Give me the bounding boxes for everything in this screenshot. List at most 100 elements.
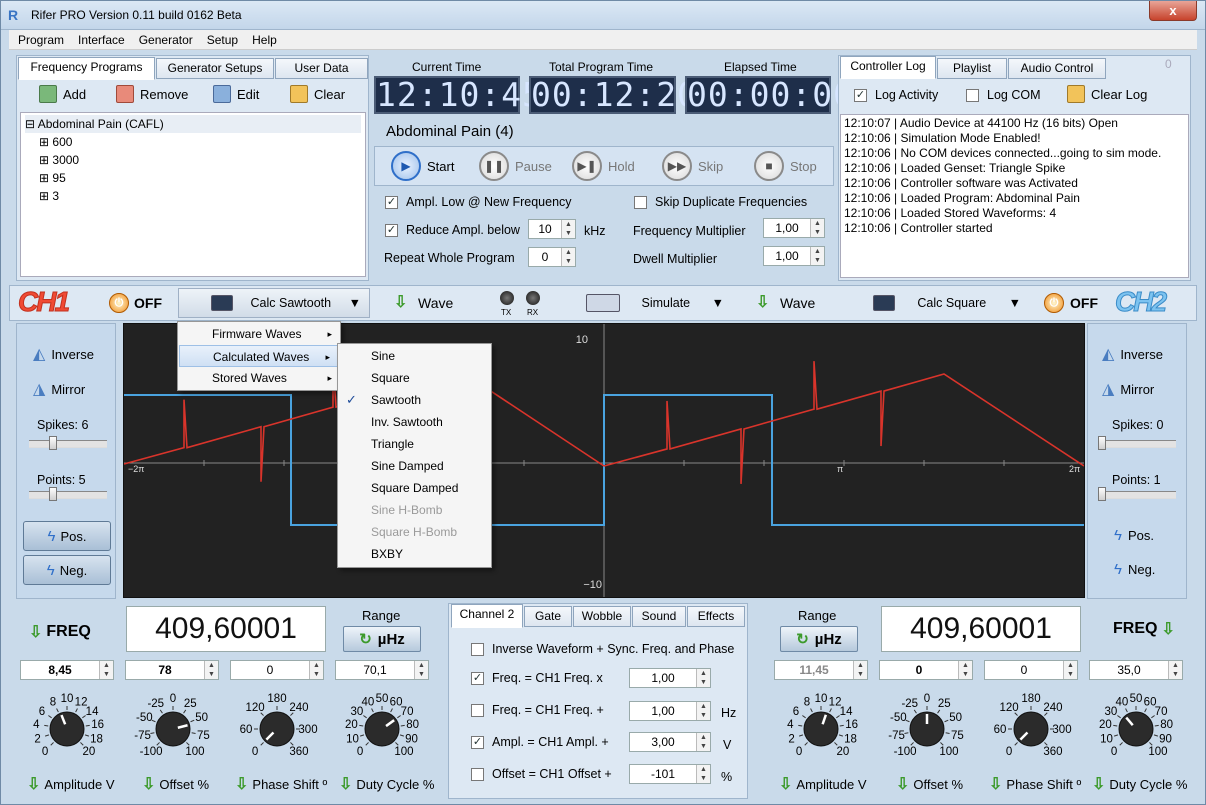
freq-multiplier-spinner[interactable]: 1,00 ▲ ▼ <box>763 218 825 238</box>
ch2-duty-spinner[interactable]: 35,0 ▲ ▼ <box>1089 660 1183 680</box>
inverse-sync-checkbox[interactable]: Inverse Waveform + Sync. Freq. and Phase <box>471 642 734 656</box>
spinner-arrows-icon[interactable]: ▲ ▼ <box>561 220 575 238</box>
tab-user-data[interactable]: User Data <box>275 58 368 79</box>
freq-plus-spinner[interactable]: 1,00 ▲ ▼ <box>629 701 711 721</box>
repeat-spinner[interactable]: 0 ▲ ▼ <box>528 247 576 267</box>
slider-thumb[interactable] <box>49 487 58 501</box>
ch2-neg-button[interactable]: ϟ Neg. <box>1114 561 1155 578</box>
submenu-item[interactable]: Triangle <box>338 433 491 455</box>
tab-playlist[interactable]: Playlist <box>937 58 1007 79</box>
offset-plus-spinner[interactable]: -101 ▲ ▼ <box>629 764 711 784</box>
stop-button[interactable]: ■ Stop <box>754 151 817 181</box>
spinner-arrows-icon[interactable]: ▲ ▼ <box>1063 661 1077 679</box>
ch2-pos-button[interactable]: ϟ Pos. <box>1114 527 1154 544</box>
knob-body[interactable] <box>803 711 839 747</box>
ch1-power-icon[interactable]: ⏻ <box>109 293 129 313</box>
spinner-arrows-icon[interactable]: ▲ ▼ <box>414 661 428 679</box>
close-window-button[interactable]: x <box>1149 1 1197 21</box>
spinner-arrows-icon[interactable]: ▲ ▼ <box>99 661 113 679</box>
submenu-item[interactable]: Sine Damped <box>338 455 491 477</box>
ch1-pos-button[interactable]: ϟ Pos. <box>23 521 111 551</box>
rotary-knob[interactable]: -100 -75 -50 -25 0 25 50 75 100 <box>119 685 227 767</box>
menu-item-stored-waves[interactable]: Stored Waves ▸ <box>178 367 340 389</box>
dwell-multiplier-spinner[interactable]: 1,00 ▲ ▼ <box>763 246 825 266</box>
menu-program[interactable]: Program <box>9 30 69 47</box>
ampl-plus-spinner[interactable]: 3,00 ▲ ▼ <box>629 732 711 752</box>
log-com-checkbox[interactable]: Log COM <box>966 88 1041 102</box>
submenu-item[interactable]: Sine <box>338 345 491 367</box>
spinner-arrows-icon[interactable]: ▲ ▼ <box>853 661 867 679</box>
edit-button[interactable]: Edit <box>213 85 259 103</box>
skip-button[interactable]: ▶▶ Skip <box>662 151 723 181</box>
ch2-amplitude-spinner[interactable]: 11,45 ▲ ▼ <box>774 660 868 680</box>
ch1-wave-select[interactable]: Calc Sawtooth ▼ <box>178 288 370 318</box>
tab-gate[interactable]: Gate <box>524 606 572 627</box>
start-button[interactable]: ▶ Start <box>391 151 454 181</box>
knob-body[interactable] <box>155 711 191 747</box>
ch2-power-icon[interactable]: ⏻ <box>1044 293 1064 313</box>
ch1-offset-spinner[interactable]: 78 ▲ ▼ <box>125 660 219 680</box>
tab-effects[interactable]: Effects <box>687 606 745 627</box>
submenu-item[interactable]: ✓ Sawtooth <box>338 389 491 411</box>
freq-plus-checkbox[interactable]: Freq. = CH1 Freq. + <box>471 703 604 717</box>
hold-button[interactable]: ▶❚ Hold <box>572 151 635 181</box>
slider-thumb[interactable] <box>1098 436 1106 450</box>
knob-body[interactable] <box>1013 711 1049 747</box>
tab-sound[interactable]: Sound <box>632 606 686 627</box>
rotary-knob[interactable]: 02468 10 1214161820 <box>13 685 121 767</box>
ch1-spikes-slider[interactable] <box>29 436 107 450</box>
tab-wobble[interactable]: Wobble <box>573 606 631 627</box>
tree-root[interactable]: ⊟ Abdominal Pain (CAFL) <box>25 115 361 133</box>
ch1-freq-display[interactable]: 409,60001 <box>126 606 326 652</box>
spinner-arrows-icon[interactable]: ▲ ▼ <box>696 669 710 687</box>
tab-generator-setups[interactable]: Generator Setups <box>156 58 274 79</box>
ampl-plus-checkbox[interactable]: ✓ Ampl. = CH1 Ampl. + <box>471 735 609 749</box>
rotary-knob[interactable]: 0 60 120180240 300 360 <box>977 685 1085 767</box>
ch2-inverse-button[interactable]: ◭ Inverse <box>1102 344 1163 364</box>
knob-body[interactable] <box>1118 711 1154 747</box>
rotary-knob[interactable]: 010203040 50 60708090100 <box>328 685 436 767</box>
mode-select[interactable]: Simulate ▼ <box>582 288 732 318</box>
offset-plus-checkbox[interactable]: Offset = CH1 Offset + <box>471 767 612 781</box>
ch2-range-button[interactable]: ↻ µHz <box>780 626 858 652</box>
menu-item-firmware-waves[interactable]: Firmware Waves ▸ <box>178 323 340 345</box>
rotary-knob[interactable]: 0 60 120180240 300 360 <box>223 685 331 767</box>
slider-thumb[interactable] <box>49 436 58 450</box>
tab-channel-2[interactable]: Channel 2 <box>451 604 523 628</box>
submenu-item[interactable]: Square Damped <box>338 477 491 499</box>
spinner-arrows-icon[interactable]: ▲ ▼ <box>696 702 710 720</box>
ampl-low-checkbox[interactable]: ✓ Ampl. Low @ New Frequency <box>385 195 572 209</box>
knob-body[interactable] <box>49 711 85 747</box>
ch2-mirror-button[interactable]: ◮ Mirror <box>1102 379 1154 399</box>
menu-setup[interactable]: Setup <box>198 30 243 47</box>
spinner-arrows-icon[interactable]: ▲ ▼ <box>309 661 323 679</box>
spinner-arrows-icon[interactable]: ▲ ▼ <box>561 248 575 266</box>
submenu-item[interactable]: Inv. Sawtooth <box>338 411 491 433</box>
knob-body[interactable] <box>364 711 400 747</box>
submenu-item[interactable]: BXBY <box>338 543 491 565</box>
spinner-arrows-icon[interactable]: ▲ ▼ <box>958 661 972 679</box>
freq-x-checkbox[interactable]: ✓ Freq. = CH1 Freq. x <box>471 671 603 685</box>
ch1-points-slider[interactable] <box>29 487 107 501</box>
tab-frequency-programs[interactable]: Frequency Programs <box>18 57 155 80</box>
ch1-inverse-button[interactable]: ◭ Inverse <box>33 344 94 364</box>
ch2-freq-display[interactable]: 409,60001 <box>881 606 1081 652</box>
add-button[interactable]: Add <box>39 85 86 103</box>
remove-button[interactable]: Remove <box>116 85 188 103</box>
ch1-duty-spinner[interactable]: 70,1 ▲ ▼ <box>335 660 429 680</box>
tab-controller-log[interactable]: Controller Log <box>840 56 936 79</box>
rotary-knob[interactable]: -100 -75 -50 -25 0 25 50 75 100 <box>873 685 981 767</box>
clear-button[interactable]: Clear <box>290 85 345 103</box>
spinner-arrows-icon[interactable]: ▲ ▼ <box>204 661 218 679</box>
ch2-offset-spinner[interactable]: 0 ▲ ▼ <box>879 660 973 680</box>
freq-x-spinner[interactable]: 1,00 ▲ ▼ <box>629 668 711 688</box>
spinner-arrows-icon[interactable]: ▲ ▼ <box>810 247 824 265</box>
rotary-knob[interactable]: 02468 10 1214161820 <box>767 685 875 767</box>
ch2-spikes-slider[interactable] <box>1098 436 1176 450</box>
ch2-phase-spinner[interactable]: 0 ▲ ▼ <box>984 660 1078 680</box>
menu-interface[interactable]: Interface <box>69 30 130 47</box>
menu-generator[interactable]: Generator <box>130 30 198 47</box>
tree-item[interactable]: ⊞ 3 <box>25 187 361 205</box>
submenu-item[interactable]: Square <box>338 367 491 389</box>
ch1-amplitude-spinner[interactable]: 8,45 ▲ ▼ <box>20 660 114 680</box>
